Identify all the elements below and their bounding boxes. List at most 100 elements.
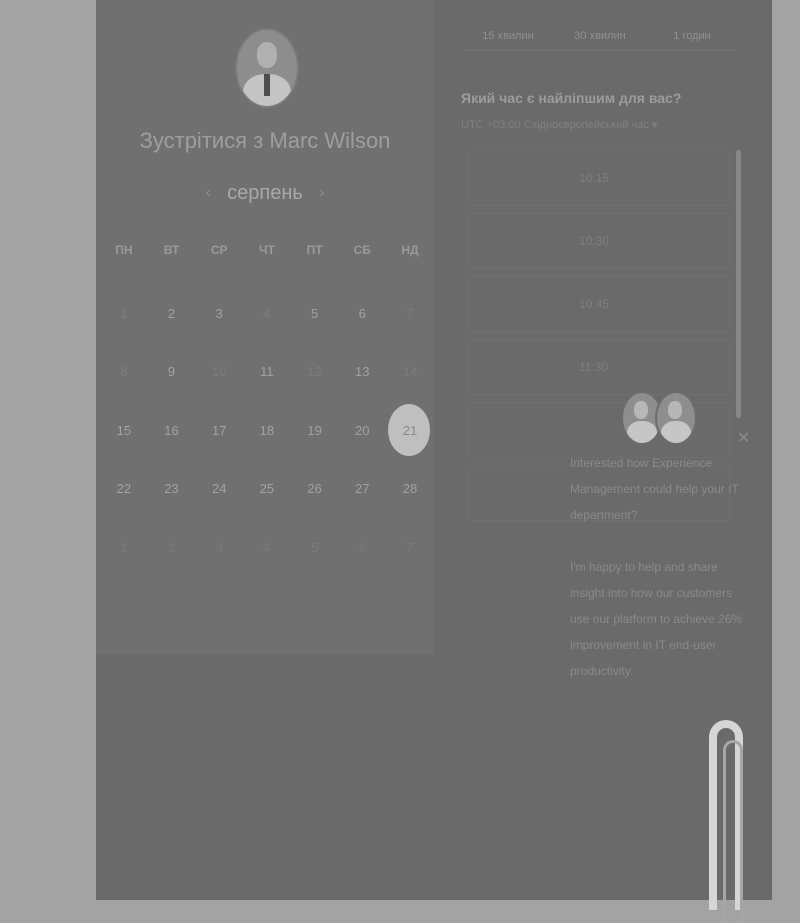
day-number: 7 bbox=[406, 539, 414, 555]
calendar-day: 3 bbox=[195, 518, 243, 577]
weekday-label: ПТ bbox=[306, 243, 323, 257]
chevron-right-icon[interactable]: › bbox=[315, 184, 329, 202]
calendar-day[interactable]: 27 bbox=[338, 460, 386, 519]
close-icon[interactable]: ✕ bbox=[737, 428, 750, 448]
chat-bubble-icon bbox=[723, 740, 743, 923]
day-number: 25 bbox=[259, 481, 275, 497]
calendar-day: 8 bbox=[100, 343, 148, 402]
day-number: 12 bbox=[307, 364, 322, 380]
day-number: 4 bbox=[263, 539, 271, 555]
day-number: 2 bbox=[167, 539, 176, 555]
day-number: 2 bbox=[167, 305, 176, 321]
calendar-day: 7 bbox=[386, 518, 434, 577]
calendar-day: 6 bbox=[338, 518, 386, 577]
day-number: 28 bbox=[402, 481, 418, 497]
day-number: 9 bbox=[167, 364, 176, 380]
day-number: 19 bbox=[307, 422, 322, 438]
day-number: 3 bbox=[215, 539, 223, 555]
day-number: 22 bbox=[116, 481, 132, 497]
day-number: 7 bbox=[406, 305, 414, 321]
page-title: Зустрітися з Marc Wilson bbox=[139, 128, 391, 153]
calendar-day[interactable]: 24 bbox=[195, 460, 243, 519]
time-slot-button[interactable]: 10:45 bbox=[468, 276, 730, 332]
calendar-day[interactable]: 3 bbox=[195, 284, 243, 343]
calendar-day[interactable]: 20 bbox=[338, 401, 386, 460]
day-number: 1 bbox=[120, 305, 128, 321]
day-number: 20 bbox=[355, 422, 370, 438]
day-number: 16 bbox=[164, 422, 179, 438]
day-number: 24 bbox=[211, 481, 227, 497]
chat-launcher-button[interactable] bbox=[709, 720, 743, 923]
day-number: 13 bbox=[355, 364, 370, 380]
calendar-day[interactable]: 13 bbox=[338, 343, 386, 402]
duration-tab[interactable]: 15 хвилин bbox=[462, 22, 554, 50]
day-number: 11 bbox=[260, 364, 274, 380]
day-number: 21 bbox=[402, 422, 418, 438]
day-number: 23 bbox=[164, 481, 179, 497]
calendar-day: 1 bbox=[100, 284, 148, 343]
day-number: 17 bbox=[211, 422, 227, 438]
calendar-day[interactable]: 22 bbox=[100, 460, 148, 519]
weekday-label: НД bbox=[401, 243, 419, 257]
day-number: 5 bbox=[310, 305, 319, 321]
calendar-day[interactable]: 18 bbox=[243, 401, 291, 460]
day-number: 15 bbox=[116, 422, 132, 438]
time-slot-button[interactable]: 10:30 bbox=[468, 213, 730, 269]
time-slot-button[interactable]: 11:30 bbox=[468, 339, 730, 395]
time-slot-button[interactable]: 10:15 bbox=[468, 150, 730, 206]
weekday-label: ЧТ bbox=[259, 243, 275, 257]
weekday-label: СР bbox=[210, 243, 228, 257]
calendar-day: 10 bbox=[195, 343, 243, 402]
calendar-day[interactable]: 11 bbox=[243, 343, 291, 402]
calendar-day[interactable]: 5 bbox=[291, 284, 339, 343]
duration-tabs: 15 хвилин 30 хвилин 1 годин bbox=[462, 22, 738, 51]
weekday-header: ПН ВТ СР ЧТ ПТ СБ НД bbox=[100, 243, 434, 257]
month-label: серпень bbox=[227, 181, 303, 204]
calendar-day[interactable]: 26 bbox=[291, 460, 339, 519]
calendar-day[interactable]: 2 bbox=[148, 284, 196, 343]
calendar-day: 12 bbox=[291, 343, 339, 402]
calendar-day[interactable]: 6 bbox=[338, 284, 386, 343]
calendar-grid: 1 2 3 4 5 6 7 8 9 10 11 12 13 14 15 16 17 18 19 20 21 22 23 24 2… bbox=[100, 284, 434, 577]
timezone-select[interactable]: UTC +03:00 Східноєвропейський час ▾ bbox=[461, 118, 657, 131]
month-navigation: ‹ серпень › bbox=[96, 178, 434, 208]
calendar-day: 4 bbox=[243, 518, 291, 577]
day-number: 27 bbox=[355, 481, 370, 497]
calendar-day[interactable]: 23 bbox=[148, 460, 196, 519]
host-avatar bbox=[235, 28, 299, 108]
day-number: 6 bbox=[358, 539, 366, 555]
weekday-label: ПН bbox=[115, 243, 133, 257]
calendar-day: 7 bbox=[386, 284, 434, 343]
chat-avatar bbox=[655, 391, 697, 445]
slot-scrollbar[interactable] bbox=[736, 150, 741, 418]
chat-message-line: I'm happy to help and share insight into… bbox=[570, 560, 743, 678]
calendar-day[interactable]: 25 bbox=[243, 460, 291, 519]
day-number: 1 bbox=[120, 539, 128, 555]
calendar-day[interactable]: 9 bbox=[148, 343, 196, 402]
day-number: 10 bbox=[211, 364, 227, 380]
duration-tab[interactable]: 30 хвилин bbox=[554, 22, 646, 50]
calendar-day: 14 bbox=[386, 343, 434, 402]
day-number: 6 bbox=[358, 305, 366, 321]
calendar-day[interactable]: 28 bbox=[386, 460, 434, 519]
calendar-day[interactable]: 16 bbox=[148, 401, 196, 460]
chat-avatars bbox=[621, 391, 697, 445]
calendar-day[interactable]: 15 bbox=[100, 401, 148, 460]
day-number: 14 bbox=[402, 364, 418, 380]
duration-tab[interactable]: 1 годин bbox=[646, 22, 738, 50]
day-number: 8 bbox=[120, 364, 128, 380]
calendar-day-selected[interactable]: 21 bbox=[386, 401, 434, 460]
calendar-day: 5 bbox=[291, 518, 339, 577]
day-number: 5 bbox=[310, 539, 319, 555]
calendar-day[interactable]: 17 bbox=[195, 401, 243, 460]
chat-message-line: Interested how Experience Management cou… bbox=[570, 456, 739, 522]
day-number: 4 bbox=[263, 305, 271, 321]
weekday-label: СБ bbox=[353, 243, 371, 257]
chevron-left-icon[interactable]: ‹ bbox=[201, 184, 215, 202]
calendar-day: 1 bbox=[100, 518, 148, 577]
day-number: 3 bbox=[215, 305, 223, 321]
weekday-label: ВТ bbox=[163, 243, 180, 257]
calendar-day[interactable]: 19 bbox=[291, 401, 339, 460]
chat-message: Interested how Experience Management cou… bbox=[570, 450, 750, 710]
calendar-day: 4 bbox=[243, 284, 291, 343]
